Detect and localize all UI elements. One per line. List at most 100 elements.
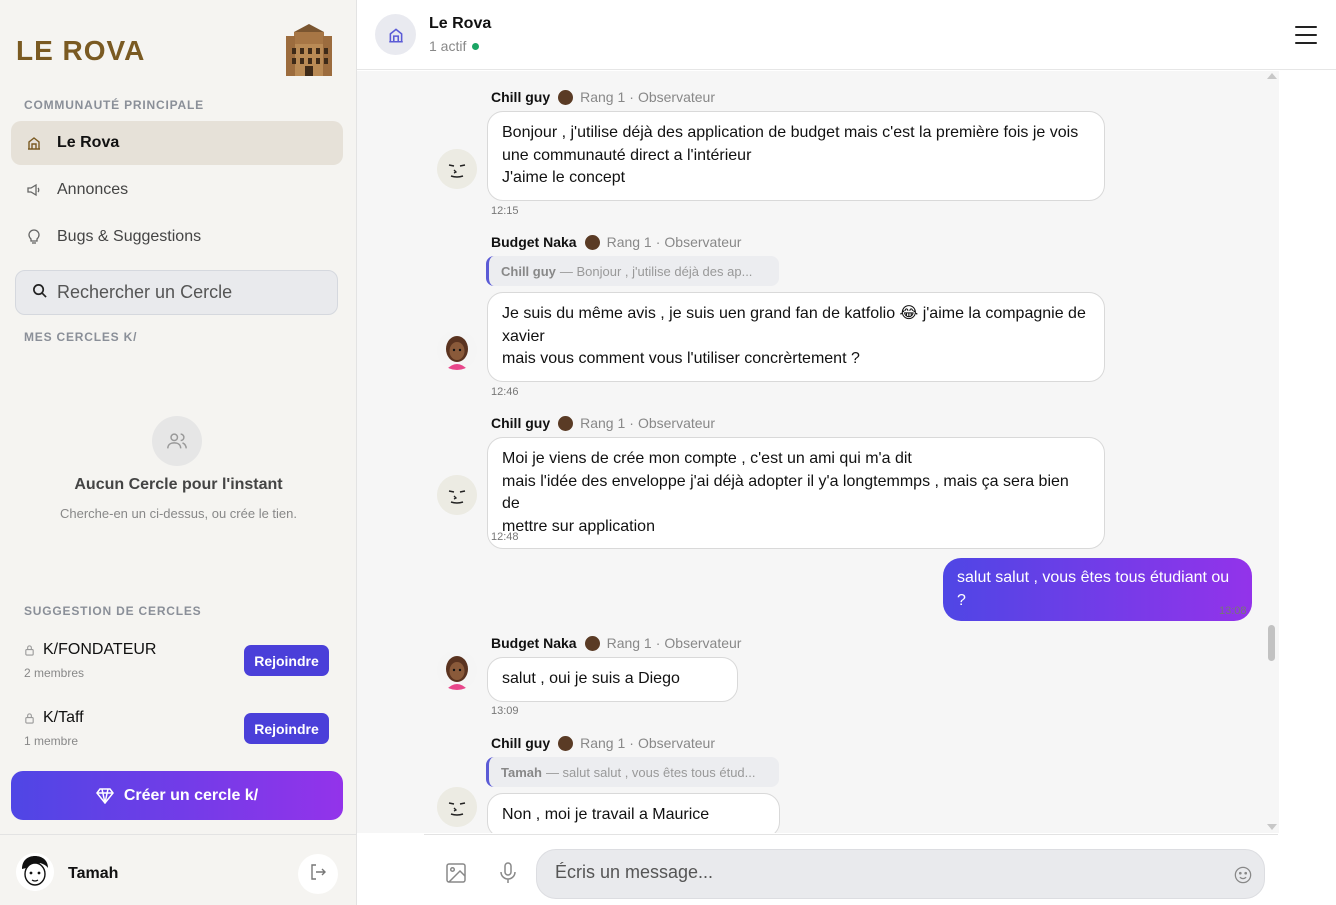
avatar[interactable] [437,330,477,370]
message-time: 13:08 [1219,605,1247,617]
microphone-icon[interactable] [499,862,517,889]
menu-icon[interactable] [1295,26,1317,44]
message-bubble[interactable]: Bonjour , j'utilise déjà des application… [487,111,1105,201]
scroll-up-arrow[interactable] [1267,73,1277,79]
active-status: 1 actif [429,38,480,54]
role-label: Observateur [637,415,715,431]
message-time: 12:15 [491,205,519,217]
message-line: J'aime le concept [502,169,626,186]
message-list[interactable]: Chill guy Rang 1 · Observateur Bonjour ,… [357,71,1279,833]
rank-label: Rang 1 [580,735,626,751]
diamond-icon [95,787,114,804]
message-time: 12:48 [491,531,519,543]
rank-label: Rang 1 [606,635,652,651]
reply-preview[interactable]: Chill guy — Bonjour , j'utilise déjà des… [486,256,779,286]
scrollbar-thumb[interactable] [1268,625,1275,661]
message-line: mais vous comment vous l'utiliser concrè… [502,350,860,367]
message-author[interactable]: Chill guy [491,89,550,105]
suggestion-members: 1 membre [24,734,79,748]
message-line: mettre sur application [502,517,655,535]
my-circles-label: MES CERCLES K/ [24,330,138,344]
message-author[interactable]: Budget Naka [491,234,577,250]
avatar[interactable] [16,853,54,891]
avatar[interactable] [437,475,477,515]
join-button-k-taff[interactable]: Rejoindre [244,713,329,744]
reply-preview[interactable]: Tamah — salut salut , vous êtes tous étu… [486,757,779,787]
message-input[interactable] [555,862,1215,883]
message-meta: Chill guy Rang 1 · Observateur [491,89,715,105]
sidebar-item-label: Le Rova [57,134,120,151]
suggestions-label: SUGGESTION DE CERCLES [24,604,202,618]
message-line: Bonjour , j'utilise déjà des application… [502,124,1079,141]
message-input-wrapper [536,849,1265,899]
sidebar-item-label: Annonces [57,181,129,198]
suggestion-label: K/Taff [43,709,84,726]
megaphone-icon [25,181,43,199]
rank-badge-icon [558,735,574,751]
avatar[interactable] [437,787,477,827]
suggestion-name: K/FONDATEUR [24,641,156,659]
rank-badge-icon [558,415,574,431]
sidebar-item-bugs-suggestions[interactable]: Bugs & Suggestions [11,215,343,259]
lock-icon [24,712,35,724]
rank-label: Rang 1 [606,234,652,250]
message-meta: Budget Naka Rang 1 · Observateur [491,635,742,651]
create-circle-label: Créer un cercle k/ [123,786,259,804]
my-message-bubble[interactable]: salut salut , vous êtes tous étudiant ou… [943,558,1252,621]
user-name: Tamah [68,865,119,882]
message-meta: Chill guy Rang 1 · Observateur [491,735,715,751]
rank-badge-icon [584,635,600,651]
message-author[interactable]: Chill guy [491,415,550,431]
emoji-icon[interactable] [1234,866,1252,889]
message-line: xavier [502,327,545,345]
message-line: Moi je viens de crée mon compte , c'est … [502,450,912,467]
online-dot [472,42,480,50]
join-button-k-fondateur[interactable]: Rejoindre [244,645,329,676]
image-upload-icon[interactable] [444,861,468,890]
empty-state-icon [152,416,202,466]
logout-button[interactable] [298,854,338,894]
suggestion-members: 2 membres [24,666,85,680]
message-composer [424,834,1278,905]
message-line: une communauté direct a l'intérieur [502,146,752,164]
sidebar: LE ROVA COMMUNAUTÉ PRINCIPALE Le Rova An… [0,0,357,905]
channel-icon [375,14,416,55]
logout-icon [309,863,327,886]
message-line: salut salut , vous êtes tous étudiant ou… [957,569,1230,609]
reply-text: — Bonjour , j'utilise déjà des ap... [559,263,753,279]
channel-title: Le Rova [429,15,492,32]
brand-title: LE ROVA [16,35,146,66]
avatar[interactable] [437,149,477,189]
message-line: Non , moi je travail a Maurice [502,806,710,823]
user-bar: Tamah [0,834,356,905]
suggestion-name: K/Taff [24,709,84,727]
building-logo-icon [284,22,334,78]
rank-label: Rang 1 [580,89,626,105]
message-bubble[interactable]: Moi je viens de crée mon compte , c'est … [487,437,1105,549]
message-bubble[interactable]: Je suis du même avis , je suis uen grand… [487,292,1105,382]
message-author[interactable]: Budget Naka [491,635,577,651]
message-bubble[interactable]: salut , oui je suis a Diego [487,657,738,702]
message-line: mais l'idée des enveloppe j'ai déjà adop… [502,472,1069,513]
create-circle-button[interactable]: Créer un cercle k/ [11,771,343,820]
reply-author: Tamah [501,764,542,780]
active-count: 1 actif [429,38,467,54]
message-time: 13:09 [491,705,519,717]
scroll-down-arrow[interactable] [1267,824,1277,830]
message-meta: Budget Naka Rang 1 · Observateur [491,234,742,250]
lock-icon [24,644,35,656]
empty-state-subtitle: Cherche-en un ci-dessus, ou crée le tien… [59,506,297,521]
sidebar-item-annonces[interactable]: Annonces [11,168,343,212]
chat-header: Le Rova 1 actif [357,0,1336,70]
search-icon [32,283,47,303]
role-label: Observateur [664,635,742,651]
message-bubble[interactable]: Non , moi je travail a Maurice [487,793,780,833]
reply-author: Chill guy [501,263,556,279]
circle-search-input[interactable] [57,282,317,303]
avatar[interactable] [437,650,477,690]
building-icon [25,134,43,152]
role-label: Observateur [637,89,715,105]
message-author[interactable]: Chill guy [491,735,550,751]
reply-text: — salut salut , vous êtes tous étud... [545,764,756,780]
sidebar-item-le-rova[interactable]: Le Rova [11,121,343,165]
